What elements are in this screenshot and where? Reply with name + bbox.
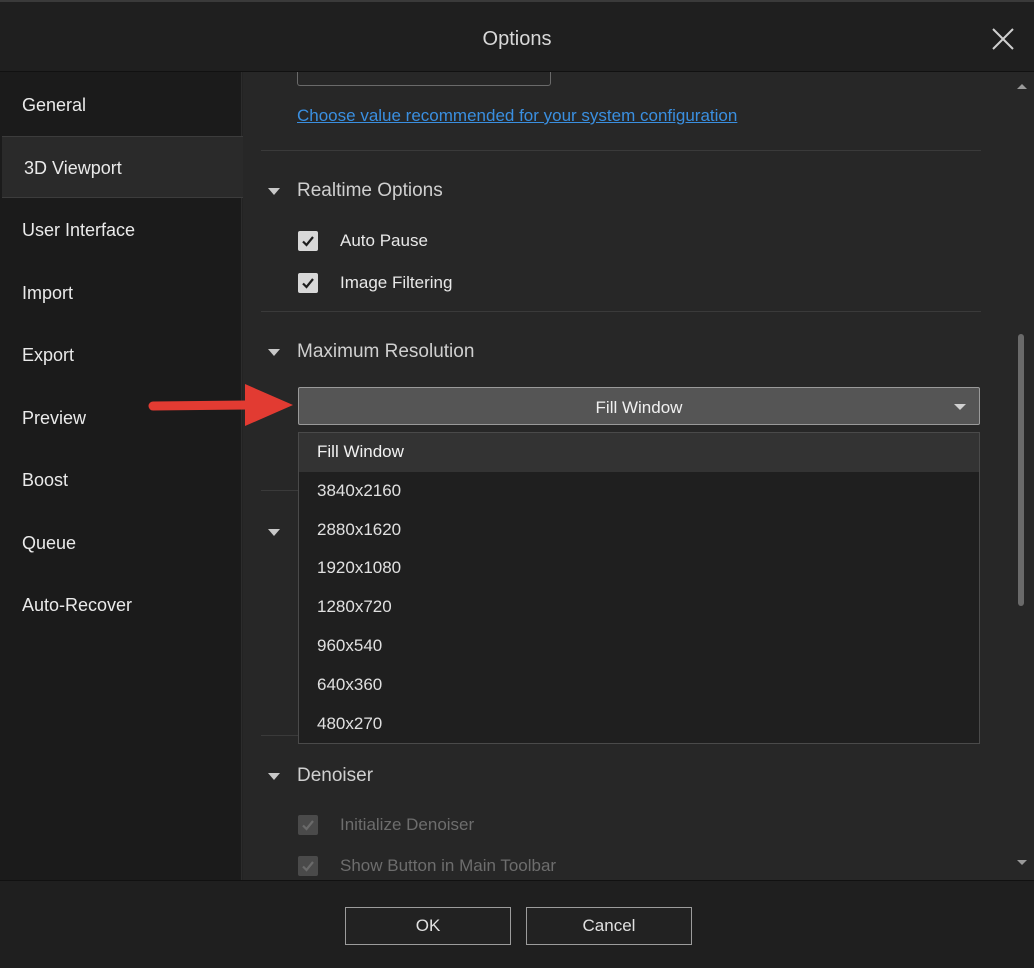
initialize-denoiser-checkbox[interactable]: Initialize Denoiser — [298, 814, 474, 836]
annotation-arrow-icon — [147, 380, 297, 430]
realtime-collapse-caret-icon[interactable] — [268, 188, 280, 195]
sidebar-item-auto-recover[interactable]: Auto-Recover — [0, 574, 242, 636]
title-bar: Options — [0, 0, 1034, 72]
close-icon[interactable] — [990, 26, 1016, 52]
section-collapse-caret-icon[interactable] — [268, 529, 280, 536]
scroll-up-arrow-icon[interactable] — [1017, 84, 1027, 89]
resolution-option[interactable]: 960x540 — [299, 627, 979, 666]
sidebar-item-boost[interactable]: Boost — [0, 449, 242, 511]
resolution-option[interactable]: 480x270 — [299, 705, 979, 744]
checkmark-icon — [298, 231, 318, 251]
divider — [261, 490, 301, 491]
resolution-dropdown-list: Fill Window 3840x2160 2880x1620 1920x108… — [298, 432, 980, 744]
sidebar-item-import[interactable]: Import — [0, 262, 242, 324]
max-resolution-select[interactable]: Fill Window — [298, 387, 980, 425]
image-filtering-label: Image Filtering — [340, 273, 453, 292]
ok-button[interactable]: OK — [345, 907, 511, 945]
show-button-main-toolbar-checkbox[interactable]: Show Button in Main Toolbar — [298, 855, 556, 877]
initialize-denoiser-label: Initialize Denoiser — [340, 815, 475, 834]
sidebar-item-user-interface[interactable]: User Interface — [0, 199, 242, 261]
resolution-option[interactable]: 640x360 — [299, 666, 979, 705]
sidebar: General 3D Viewport User Interface Impor… — [0, 72, 244, 880]
scrollbar-thumb[interactable] — [1018, 334, 1024, 606]
dropdown-arrow-icon — [954, 404, 966, 410]
divider — [261, 150, 981, 151]
realtime-options-title: Realtime Options — [297, 180, 443, 201]
divider — [261, 735, 301, 736]
recommended-value-link[interactable]: Choose value recommended for your system… — [297, 106, 737, 126]
sidebar-item-export[interactable]: Export — [0, 324, 242, 386]
max-resolution-title: Maximum Resolution — [297, 341, 475, 362]
image-filtering-checkbox[interactable]: Image Filtering — [298, 272, 452, 294]
denoiser-collapse-caret-icon[interactable] — [268, 773, 280, 780]
auto-pause-checkbox[interactable]: Auto Pause — [298, 230, 428, 252]
resolution-option[interactable]: 1920x1080 — [299, 549, 979, 588]
options-panel: Choose value recommended for your system… — [243, 72, 1034, 880]
resolution-option[interactable]: 1280x720 — [299, 588, 979, 627]
resolution-option[interactable]: 2880x1620 — [299, 511, 979, 550]
divider — [261, 311, 981, 312]
max-resolution-value: Fill Window — [595, 398, 683, 417]
checkmark-icon — [298, 273, 318, 293]
dialog-footer: OK Cancel — [0, 880, 1034, 968]
scroll-down-arrow-icon[interactable] — [1017, 860, 1027, 865]
denoiser-title: Denoiser — [297, 765, 374, 786]
auto-pause-label: Auto Pause — [340, 231, 428, 250]
sidebar-item-3d-viewport[interactable]: 3D Viewport — [2, 136, 244, 198]
resolution-option[interactable]: Fill Window — [299, 433, 979, 472]
value-field[interactable] — [297, 72, 551, 86]
sidebar-item-general[interactable]: General — [0, 74, 242, 136]
sidebar-item-queue[interactable]: Queue — [0, 512, 242, 574]
window-title: Options — [482, 28, 552, 50]
resolution-option[interactable]: 3840x2160 — [299, 472, 979, 511]
checkmark-icon — [298, 856, 318, 876]
show-button-main-toolbar-label: Show Button in Main Toolbar — [340, 856, 557, 875]
max-resolution-collapse-caret-icon[interactable] — [268, 349, 280, 356]
cancel-button[interactable]: Cancel — [526, 907, 692, 945]
checkmark-icon — [298, 815, 318, 835]
